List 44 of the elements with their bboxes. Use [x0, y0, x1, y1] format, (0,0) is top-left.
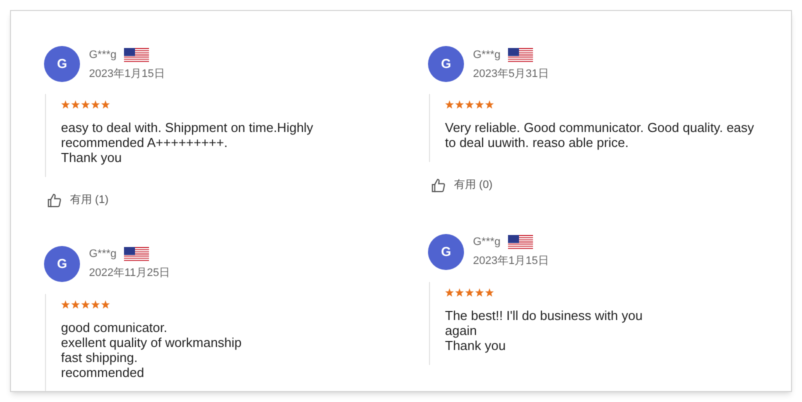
- star-icon: [71, 300, 80, 308]
- star-icon: [445, 288, 454, 296]
- flag-icon: [508, 48, 533, 62]
- star-icon: [91, 300, 100, 308]
- star-icon: [485, 100, 494, 109]
- star-icon: [61, 100, 70, 109]
- star-icon: [485, 288, 494, 296]
- review-date: 2023年1月15日: [89, 68, 165, 80]
- avatar: G: [44, 46, 80, 82]
- flag-icon: [124, 48, 149, 62]
- star-icon: [61, 300, 70, 308]
- thumbs-up-icon: [47, 192, 62, 208]
- flag-icon: [508, 235, 533, 250]
- reviewer-name: G***g: [473, 236, 501, 249]
- star-icon: [101, 100, 110, 109]
- star-icon: [455, 100, 464, 109]
- review-text: The best!! I'll do business with you again Thank you: [445, 308, 644, 352]
- flag-icon: [124, 247, 149, 262]
- review-text: good comunicator. exellent quality of workmanship fast shipping. recommended: [61, 320, 243, 380]
- reviewer-name: G***g: [473, 48, 501, 62]
- star-icon: [445, 100, 454, 109]
- thumbs-up-icon: [431, 178, 446, 193]
- star-icon: [475, 288, 484, 296]
- avatar: G: [428, 234, 464, 270]
- star-icon: [81, 300, 90, 308]
- review-text: easy to deal with. Shippment on time.Highly recommended A+++++++++. Thank you: [61, 120, 314, 165]
- helpful-button[interactable]: 有用 (0): [431, 177, 492, 194]
- star-icon: [465, 100, 474, 109]
- star-icon: [101, 300, 110, 308]
- star-icon: [91, 100, 100, 109]
- review-date: 2023年1月15日: [473, 255, 549, 268]
- review-date: 2022年11月25日: [89, 267, 170, 280]
- helpful-button[interactable]: 有用 (1): [47, 192, 108, 208]
- avatar: G: [44, 246, 80, 282]
- star-icon: [81, 100, 90, 109]
- avatar: G: [428, 46, 464, 82]
- reviewer-name: G***g: [89, 248, 117, 261]
- reviewer-name: G***g: [89, 48, 117, 62]
- star-icon: [475, 100, 484, 109]
- review-date: 2023年5月31日: [473, 68, 549, 80]
- star-icon: [455, 288, 464, 296]
- star-icon: [71, 100, 80, 109]
- review-text: Very reliable. Good communicator. Good quality. easy to deal uuwith. reaso able price.: [445, 120, 756, 150]
- star-icon: [465, 288, 474, 296]
